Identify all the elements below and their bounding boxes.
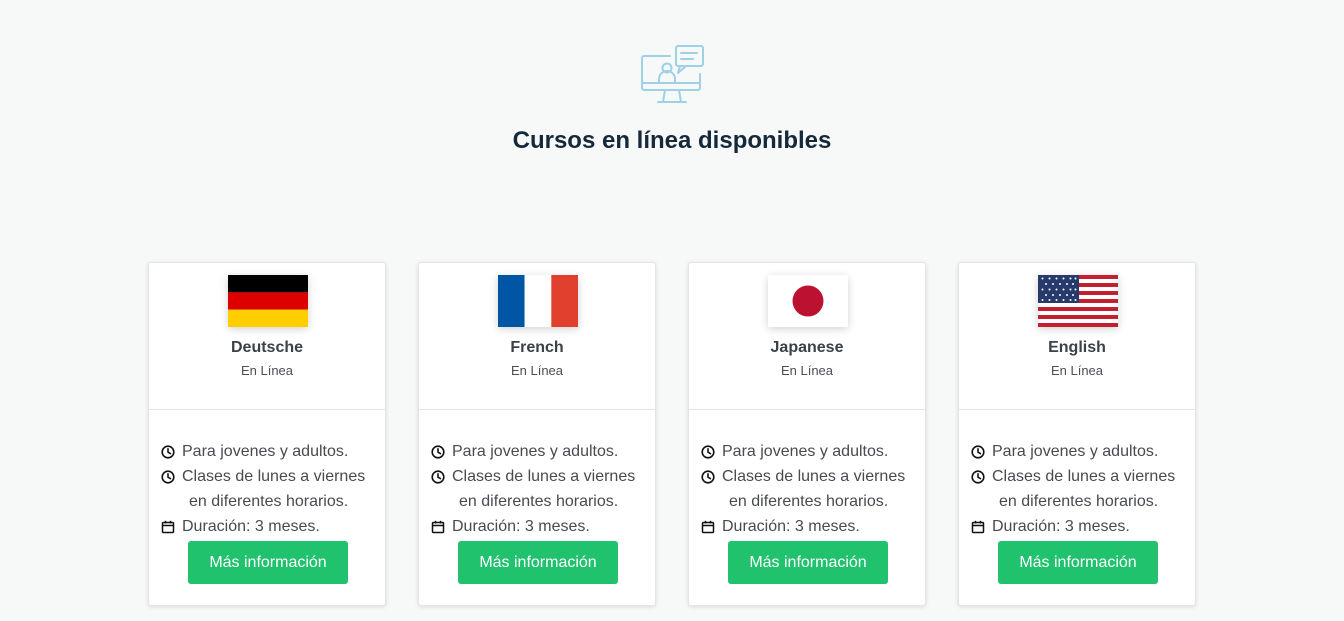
clock-icon: [971, 464, 985, 489]
calendar-icon: [161, 514, 175, 539]
course-features: Para jovenes y adultos. Clases de lunes …: [971, 439, 1193, 539]
feature-schedule-cont: en diferentes horarios.: [999, 493, 1159, 510]
feature-schedule: Clases de lunes a viernes: [701, 464, 923, 489]
germany-flag-icon: [228, 275, 308, 327]
feature-duration: Duración: 3 meses.: [161, 514, 383, 539]
card-header: French En Línea: [419, 263, 655, 410]
online-class-monitor-icon: [641, 45, 704, 103]
feature-duration: Duración: 3 meses.: [701, 514, 923, 539]
course-name: Deutsche: [230, 339, 304, 356]
course-name: Japanese: [770, 339, 844, 356]
card-header: Japanese En Línea: [689, 263, 925, 410]
clock-icon: [431, 464, 445, 489]
more-info-button[interactable]: Más información: [998, 541, 1158, 584]
feature-schedule: Clases de lunes a viernes: [161, 464, 383, 489]
course-card-deutsche: Deutsche En Línea Para jovenes y adultos…: [148, 262, 386, 606]
feature-audience: Para jovenes y adultos.: [971, 439, 1193, 464]
course-card-french: French En Línea Para jovenes y adultos. …: [418, 262, 656, 606]
course-mode: En Línea: [1050, 363, 1104, 378]
clock-icon: [701, 439, 715, 464]
calendar-icon: [701, 514, 715, 539]
feature-schedule-cont: en diferentes horarios.: [459, 493, 619, 510]
course-name: French: [510, 339, 564, 356]
page-title: Cursos en línea disponibles: [512, 127, 832, 154]
france-flag-icon: [498, 275, 578, 327]
card-header: English En Línea: [959, 263, 1195, 410]
course-mode: En Línea: [780, 363, 834, 378]
japan-flag-icon: [768, 275, 848, 327]
course-cards: Deutsche En Línea Para jovenes y adultos…: [148, 262, 1198, 608]
course-features: Para jovenes y adultos. Clases de lunes …: [431, 439, 653, 539]
course-mode: En Línea: [510, 363, 564, 378]
feature-schedule-cont: en diferentes horarios.: [729, 493, 889, 510]
course-features: Para jovenes y adultos. Clases de lunes …: [161, 439, 383, 539]
clock-icon: [161, 439, 175, 464]
course-name: English: [1048, 339, 1106, 356]
course-features: Para jovenes y adultos. Clases de lunes …: [701, 439, 923, 539]
feature-duration: Duración: 3 meses.: [431, 514, 653, 539]
feature-schedule: Clases de lunes a viernes: [971, 464, 1193, 489]
calendar-icon: [971, 514, 985, 539]
page: Cursos en línea disponibles Deutsche En …: [0, 0, 1344, 621]
card-header: Deutsche En Línea: [149, 263, 385, 410]
more-info-button[interactable]: Más información: [728, 541, 888, 584]
clock-icon: [431, 439, 445, 464]
more-info-button[interactable]: Más información: [458, 541, 618, 584]
course-mode: En Línea: [240, 363, 294, 378]
calendar-icon: [431, 514, 445, 539]
course-card-japanese: Japanese En Línea Para jovenes y adultos…: [688, 262, 926, 606]
more-info-button[interactable]: Más información: [188, 541, 348, 584]
feature-schedule-cont: en diferentes horarios.: [189, 493, 349, 510]
usa-flag-icon: [1038, 275, 1118, 327]
feature-duration: Duración: 3 meses.: [971, 514, 1193, 539]
clock-icon: [701, 464, 715, 489]
feature-audience: Para jovenes y adultos.: [161, 439, 383, 464]
feature-schedule: Clases de lunes a viernes: [431, 464, 653, 489]
clock-icon: [161, 464, 175, 489]
feature-audience: Para jovenes y adultos.: [701, 439, 923, 464]
feature-audience: Para jovenes y adultos.: [431, 439, 653, 464]
course-card-english: English En Línea Para jovenes y adultos.…: [958, 262, 1196, 606]
clock-icon: [971, 439, 985, 464]
